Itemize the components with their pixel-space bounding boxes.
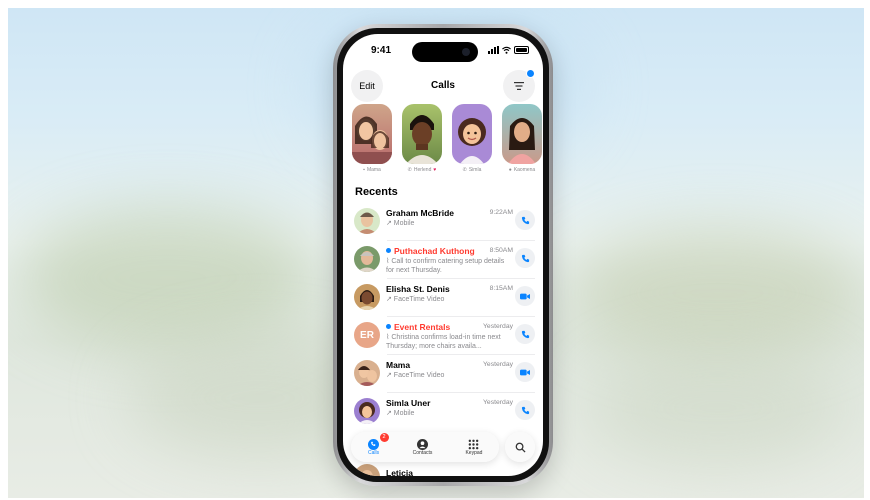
tab-contacts[interactable]: Contacts [412,438,433,456]
favorite-kaomena[interactable]: ● Kaomena [501,104,543,173]
contact-name: Graham McBride [386,208,455,218]
favorite-mama[interactable]: ▪ Mama [351,104,393,173]
favorite-photo [352,104,392,164]
status-time: 9:41 [371,45,392,56]
unread-dot [386,324,391,329]
phone-icon [521,406,529,414]
favorite-name: Herlend [413,167,432,173]
recent-row[interactable]: Mama ↗ FaceTime Video Yesterday [343,354,543,392]
avatar [354,398,380,424]
message-icon: ● [508,167,512,173]
call-detail: ↗ FaceTime Video [386,372,445,379]
status-bar: 9:41 [343,34,543,68]
favorite-name: Simla [468,167,482,173]
recent-row-partial[interactable]: Leticia [353,460,543,476]
missed-count-badge: 2 [379,433,389,442]
favorite-photo [502,104,542,164]
contact-name-missed: Event Rentals [386,322,450,332]
favorite-memoji [452,104,492,164]
call-button[interactable] [515,324,535,344]
avatar [354,464,380,476]
avatar-initials: ER [354,322,380,348]
dynamic-island [412,42,478,62]
favorite-name: Mama [366,167,381,173]
phone-frame: 9:41 Edit Calls ▪ Mama ✆ Herlend ♥ ✆ Sim… [333,24,553,486]
favorite-simla[interactable]: ✆ Simla [451,104,493,173]
phone-icon [521,254,529,262]
recent-row[interactable]: ER Event Rentals ⌇ Christina confirms lo… [343,316,543,354]
tab-calls[interactable]: 2 Calls [367,433,389,456]
recent-row[interactable]: Simla Uner ↗ Mobile Yesterday [343,392,543,430]
contact-name: Mama [386,360,411,370]
tab-bar: 2 Calls Contacts Keypad [351,432,499,462]
call-time: 8:15AM [489,285,513,292]
filter-button[interactable] [503,69,535,102]
avatar [354,208,380,234]
phone-circle-icon [368,438,380,450]
phone-icon: ✆ [407,167,412,173]
video-camera-icon [520,369,530,375]
search-icon [515,442,526,453]
call-time: Yesterday [483,361,513,368]
call-detail: ⌇ Christina confirms load-in time next T… [386,334,501,350]
call-button[interactable] [515,248,535,268]
video-camera-icon [520,293,530,299]
facetime-button[interactable] [515,362,535,382]
wifi-icon [502,46,511,54]
favorites-row: ▪ Mama ✆ Herlend ♥ ✆ Simla ● Kaomena [351,104,543,173]
call-button[interactable] [515,210,535,230]
call-button[interactable] [515,400,535,420]
tab-keypad[interactable]: Keypad [465,438,482,456]
keypad-grid-icon [468,438,480,450]
call-time: 9:22AM [489,209,513,216]
recent-row[interactable]: Graham McBride ↗ Mobile 9:22AM [343,202,543,240]
phone-icon [521,216,529,224]
facetime-button[interactable] [515,286,535,306]
recent-row[interactable]: Elisha St. Denis ↗ FaceTime Video 8:15AM [343,278,543,316]
heart-icon: ♥ [433,167,437,173]
avatar [354,360,380,386]
call-detail: ↗ Mobile [386,410,415,417]
unread-dot [386,248,391,253]
tab-label: Keypad [465,450,483,456]
person-circle-icon [417,438,429,450]
filter-badge [526,69,535,78]
search-button[interactable] [505,432,535,462]
favorite-photo [402,104,442,164]
phone-icon: ✆ [462,167,467,173]
battery-icon [514,46,529,54]
contact-name-missed: Puthachad Kuthong [386,246,475,256]
call-detail: ↗ Mobile [386,220,415,227]
call-time: Yesterday [483,323,513,330]
avatar [354,246,380,272]
call-time: Yesterday [483,399,513,406]
video-icon: ▪ [363,167,365,173]
call-time: 8:50AM [489,247,513,254]
section-title: Recents [355,186,398,198]
contact-name: Leticia [386,468,413,476]
favorite-herlend[interactable]: ✆ Herlend ♥ [401,104,443,173]
tab-label: Calls [367,450,380,456]
header: Edit Calls [343,68,543,102]
contact-name: Elisha St. Denis [386,284,450,294]
filter-lines-icon [514,82,524,90]
phone-screen: 9:41 Edit Calls ▪ Mama ✆ Herlend ♥ ✆ Sim… [343,34,543,476]
avatar [354,284,380,310]
recent-row[interactable]: Puthachad Kuthong ⌇ Call to confirm cate… [343,240,543,278]
recents-list: Graham McBride ↗ Mobile 9:22AM Puthachad… [343,202,543,430]
tab-label: Contacts [412,450,433,456]
phone-icon [521,330,529,338]
call-detail: ⌇ Call to confirm catering setup details… [386,258,505,274]
contact-name: Simla Uner [386,398,431,408]
favorite-name: Kaomena [513,167,536,173]
signal-icon [488,46,499,54]
call-detail: ↗ FaceTime Video [386,296,445,303]
